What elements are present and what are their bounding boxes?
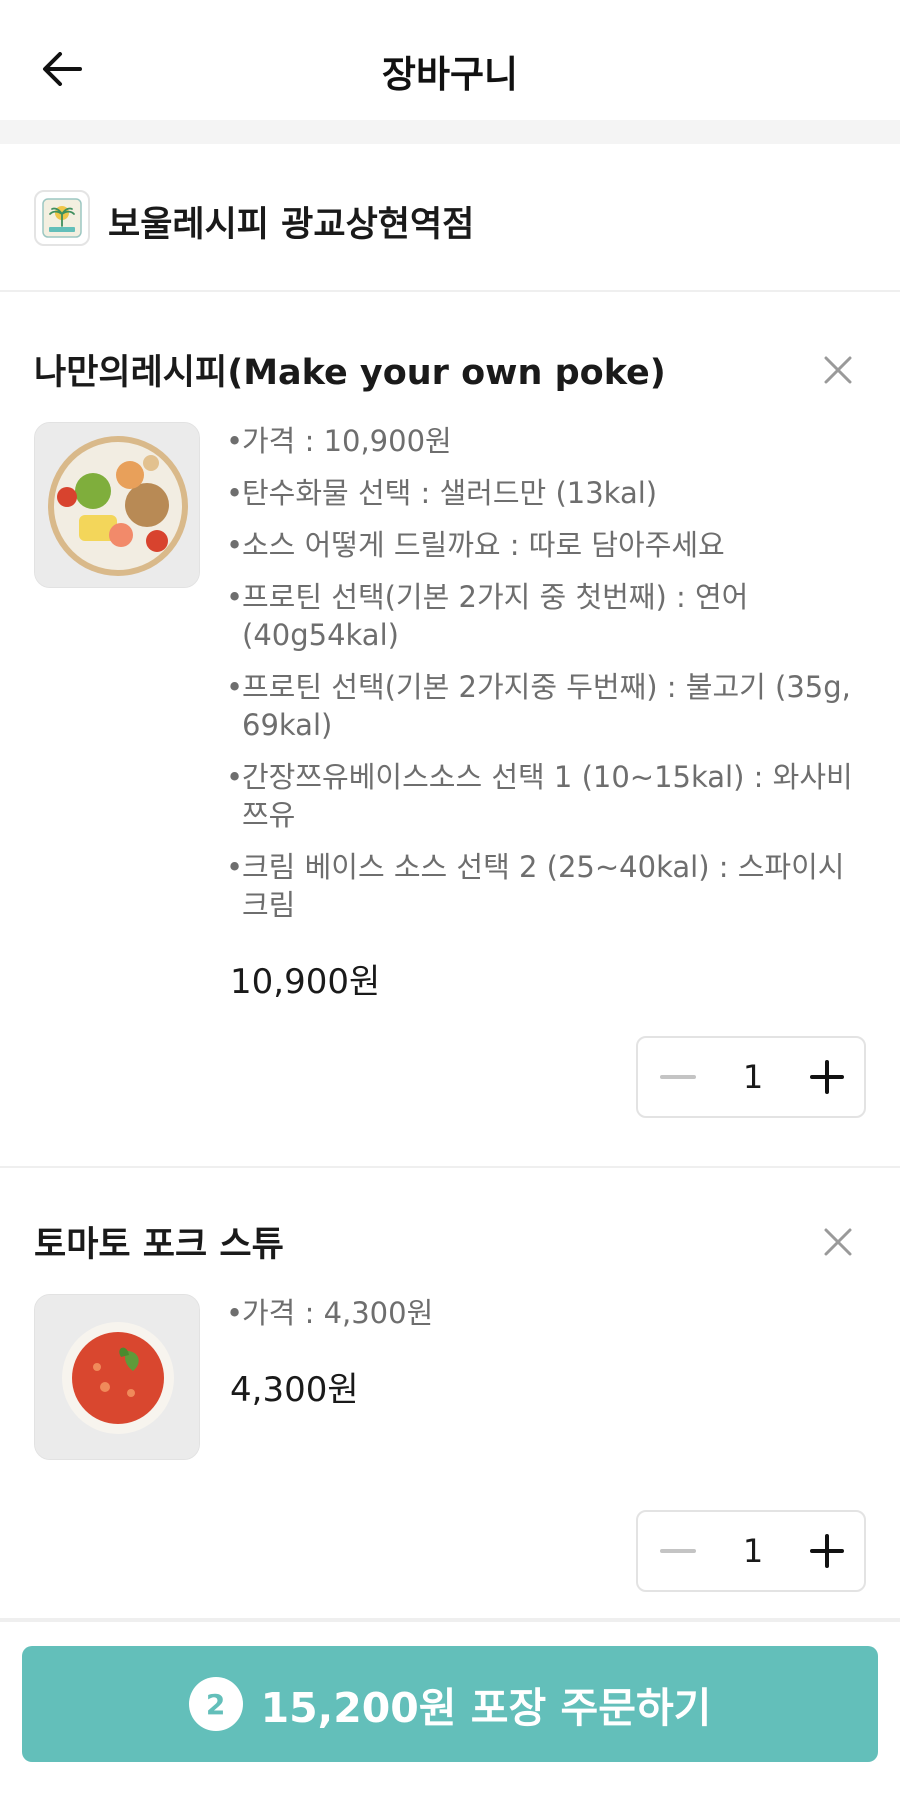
store-name[interactable]: 보울레시피 광교상현역점 bbox=[108, 196, 474, 247]
close-icon bbox=[824, 356, 852, 384]
item-options: 가격 : 4,300원 bbox=[226, 1294, 866, 1346]
decrease-button[interactable] bbox=[638, 1038, 718, 1116]
item-image bbox=[34, 1294, 200, 1460]
order-button-label: 15,200원 포장 주문하기 bbox=[260, 1684, 712, 1732]
option-line: 가격 : 4,300원 bbox=[226, 1294, 866, 1332]
quantity-value: 1 bbox=[742, 1532, 764, 1570]
option-line: 프로틴 선택(기본 2가지 중 첫번째) : 연어 (40g54kal) bbox=[226, 578, 866, 654]
plus-icon bbox=[810, 1060, 844, 1094]
store-logo-icon bbox=[34, 190, 90, 246]
item-price: 10,900원 bbox=[230, 962, 381, 1002]
order-button[interactable]: 2 15,200원 포장 주문하기 bbox=[22, 1646, 878, 1762]
plus-icon bbox=[810, 1534, 844, 1568]
option-line: 가격 : 10,900원 bbox=[226, 422, 866, 460]
close-icon bbox=[824, 1228, 852, 1256]
option-line: 탄수화물 선택 : 샐러드만 (13kal) bbox=[226, 474, 866, 512]
option-line: 프로틴 선택(기본 2가지중 두번째) : 불고기 (35g, 69kal) bbox=[226, 668, 866, 744]
item-title: 토마토 포크 스튜 bbox=[34, 1225, 284, 1265]
cart-item: 토마토 포크 스튜 가격 : 4,300원 4,300원 1 bbox=[0, 1168, 900, 1620]
item-price: 4,300원 bbox=[230, 1370, 359, 1410]
cart-count-badge: 2 bbox=[188, 1677, 243, 1731]
page-title: 장바구니 bbox=[381, 53, 519, 96]
item-title: 나만의레시피(Make your own poke) bbox=[34, 353, 666, 393]
bottom-bar: 2 15,200원 포장 주문하기 bbox=[0, 1620, 900, 1794]
top-bar: 장바구니 bbox=[0, 0, 900, 120]
remove-item-button[interactable] bbox=[820, 352, 856, 388]
quantity-value: 1 bbox=[742, 1058, 764, 1096]
decrease-button[interactable] bbox=[638, 1512, 718, 1590]
section-separator bbox=[0, 120, 900, 144]
quantity-stepper: 1 bbox=[636, 1036, 866, 1118]
remove-item-button[interactable] bbox=[820, 1224, 856, 1260]
cart-item: 나만의레시피(Make your own poke) 가격 : 10,900원 … bbox=[0, 292, 900, 1168]
store-row: 보울레시피 광교상현역점 bbox=[0, 144, 900, 292]
minus-icon bbox=[660, 1549, 696, 1553]
option-line: 크림 베이스 소스 선택 2 (25~40kal) : 스파이시 크림 bbox=[226, 848, 866, 924]
minus-icon bbox=[660, 1075, 696, 1079]
item-image bbox=[34, 422, 200, 588]
item-options: 가격 : 10,900원 탄수화물 선택 : 샐러드만 (13kal) 소스 어… bbox=[226, 422, 866, 938]
option-line: 간장쯔유베이스소스 선택 1 (10~15kal) : 와사비 쯔유 bbox=[226, 758, 866, 834]
option-line: 소스 어떻게 드릴까요 : 따로 담아주세요 bbox=[226, 526, 866, 564]
increase-button[interactable] bbox=[788, 1038, 866, 1116]
quantity-stepper: 1 bbox=[636, 1510, 866, 1592]
increase-button[interactable] bbox=[788, 1512, 866, 1590]
